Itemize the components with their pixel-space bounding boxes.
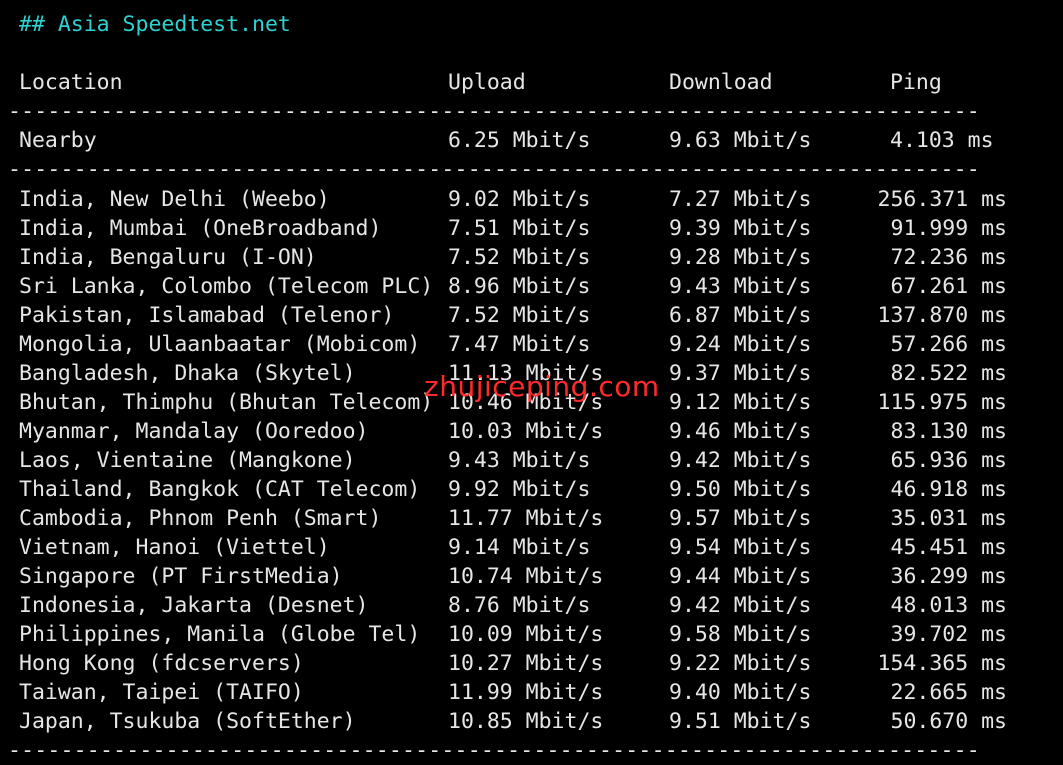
row-location: Pakistan, Islamabad (Telenor) — [19, 303, 395, 328]
table-header: Location Upload Download Ping — [19, 68, 942, 97]
row-upload: 10.74 Mbit/s — [448, 564, 604, 589]
row-upload: 11.99 Mbit/s — [448, 680, 604, 705]
row-upload: 10.09 Mbit/s — [448, 622, 604, 647]
row-location: Singapore (PT FirstMedia) — [19, 564, 343, 589]
row-ping: 256.371 ms — [877, 187, 1007, 212]
nearby-location: Nearby — [19, 128, 97, 153]
row-ping: 154.365 ms — [877, 651, 1007, 676]
row-upload: 10.85 Mbit/s — [448, 709, 604, 734]
row-upload: 9.14 Mbit/s — [448, 535, 591, 560]
row-location: Sri Lanka, Colombo (Telecom PLC) — [19, 274, 434, 299]
row-upload: 10.27 Mbit/s — [448, 651, 604, 676]
separator-middle: ----------------------------------------… — [8, 157, 983, 182]
row-location: Japan, Tsukuba (SoftEther) — [19, 709, 356, 734]
row-location: Myanmar, Mandalay (Ooredoo) — [19, 419, 369, 444]
row-location: Cambodia, Phnom Penh (Smart) — [19, 506, 382, 531]
row-location: Indonesia, Jakarta (Desnet) — [19, 593, 369, 618]
row-upload: 7.47 Mbit/s — [448, 332, 591, 357]
row-location: Philippines, Manila (Globe Tel) — [19, 622, 421, 647]
row-location: Bangladesh, Dhaka (Skytel) — [19, 361, 356, 386]
row-ping: 72.236 ms — [890, 245, 1008, 270]
header-upload: Upload — [448, 70, 526, 95]
row-upload: 7.51 Mbit/s — [448, 216, 591, 241]
row-location: Bhutan, Thimphu (Bhutan Telecom) — [19, 390, 434, 415]
row-ping: 65.936 ms — [890, 448, 1008, 473]
row-location: Hong Kong (fdcservers) — [19, 651, 304, 676]
row-location: Mongolia, Ulaanbaatar (Mobicom) — [19, 332, 421, 357]
row-ping: 39.702 ms — [890, 622, 1008, 647]
nearby-row: Nearby 6.25 Mbit/s 9.63 Mbit/s 4.103 ms — [19, 126, 994, 155]
row-ping: 83.130 ms — [890, 419, 1008, 444]
row-ping: 45.451 ms — [890, 535, 1008, 560]
row-ping: 67.261 ms — [890, 274, 1008, 299]
row-upload: 11.77 Mbit/s — [448, 506, 604, 531]
row-ping: 35.031 ms — [890, 506, 1008, 531]
row-ping: 137.870 ms — [877, 303, 1007, 328]
row-upload: 7.52 Mbit/s — [448, 303, 591, 328]
row-location: India, Bengaluru (I-ON) — [19, 245, 317, 270]
row-location: Thailand, Bangkok (CAT Telecom) — [19, 477, 421, 502]
row-location: Laos, Vientaine (Mangkone) — [19, 448, 356, 473]
header-location: Location — [19, 70, 123, 95]
row-ping: 91.999 ms — [890, 216, 1008, 241]
row-upload: 9.02 Mbit/s — [448, 187, 591, 212]
row-location: Taiwan, Taipei (TAIFO) — [19, 680, 304, 705]
row-upload: 7.52 Mbit/s — [448, 245, 591, 270]
row-ping: 57.266 ms — [890, 332, 1008, 357]
row-ping: 115.975 ms — [877, 390, 1007, 415]
row-location: Vietnam, Hanoi (Viettel) — [19, 535, 330, 560]
nearby-ping: 4.103 ms — [890, 128, 994, 153]
row-ping: 48.013 ms — [890, 593, 1008, 618]
row-ping: 82.522 ms — [890, 361, 1008, 386]
row-ping: 36.299 ms — [890, 564, 1008, 589]
header-download: Download — [669, 70, 773, 95]
row-upload: 8.76 Mbit/s — [448, 593, 591, 618]
header-ping: Ping — [890, 70, 942, 95]
separator-top: ----------------------------------------… — [8, 99, 983, 124]
row-upload: 8.96 Mbit/s — [448, 274, 591, 299]
row-upload: 9.92 Mbit/s — [448, 477, 591, 502]
row-upload: 9.43 Mbit/s — [448, 448, 591, 473]
row-ping: 50.670 ms — [890, 709, 1008, 734]
row-location: India, Mumbai (OneBroadband) — [19, 216, 382, 241]
nearby-upload: 6.25 Mbit/s — [448, 128, 591, 153]
row-ping: 46.918 ms — [890, 477, 1008, 502]
row-ping: 22.665 ms — [890, 680, 1008, 705]
row-location: India, New Delhi (Weebo) — [19, 187, 330, 212]
nearby-download: 9.63 Mbit/s — [669, 128, 812, 153]
section-title: ## Asia Speedtest.net — [19, 12, 291, 37]
terminal-window: ## Asia Speedtest.net Location Upload Do… — [0, 0, 1063, 763]
watermark: zhujiceping.com — [424, 370, 660, 403]
row-upload: 10.03 Mbit/s — [448, 419, 604, 444]
